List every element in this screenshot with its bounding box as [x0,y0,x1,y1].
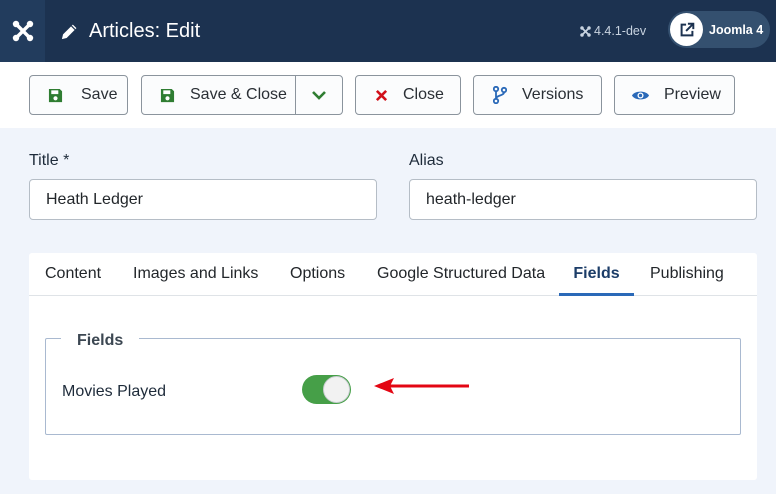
save-icon [160,88,175,103]
chevron-down-icon [312,91,326,100]
external-link-icon [670,13,703,46]
alias-input[interactable] [409,179,757,220]
pencil-icon [61,24,77,39]
app-header: Articles: Edit 4.4.1-dev Joomla 4 [0,0,776,62]
close-label: Close [403,86,444,103]
article-tabs-panel: Content Images and Links Options Google … [29,253,757,480]
tab-google-structured-data[interactable]: Google Structured Data [377,253,545,296]
tab-options[interactable]: Options [290,253,345,296]
save-button[interactable]: Save [29,75,128,115]
save-label: Save [81,86,118,103]
versions-button[interactable]: Versions [473,75,602,115]
joomla-logo-icon [12,20,33,42]
save-close-label: Save & Close [190,86,287,103]
tab-fields[interactable]: Fields [559,253,634,296]
code-branch-icon [493,86,507,104]
toggle-knob [323,376,350,403]
view-site-button[interactable]: Joomla 4 [668,11,770,48]
close-icon [375,89,388,102]
save-icon [48,88,63,103]
close-button[interactable]: Close [355,75,461,115]
preview-label: Preview [664,86,721,103]
version-text: 4.4.1-dev [594,24,647,38]
save-close-button[interactable]: Save & Close [142,76,296,114]
tab-images-and-links[interactable]: Images and Links [133,253,258,296]
save-options-dropdown-toggle[interactable] [296,76,342,114]
view-site-label: Joomla 4 [709,22,764,37]
joomla-logo-button[interactable] [0,0,45,62]
versions-label: Versions [522,86,584,103]
page-title-area: Articles: Edit [60,0,200,62]
tab-bar: Content Images and Links Options Google … [29,253,757,296]
joomla-small-icon [580,25,591,37]
toolbar: Save Save & Close Close Versions Preview [0,62,776,128]
title-input[interactable] [29,179,377,220]
movies-played-label: Movies Played [62,383,167,400]
eye-icon [631,89,650,102]
tab-publishing[interactable]: Publishing [650,253,724,296]
fields-legend: Fields [61,332,140,350]
version-indicator: 4.4.1-dev [580,0,646,62]
tab-content[interactable]: Content [45,253,101,296]
annotation-arrow-icon [374,378,469,394]
preview-button[interactable]: Preview [614,75,735,115]
movies-played-toggle[interactable] [302,375,351,404]
page-title: Articles: Edit [89,19,201,42]
alias-label: Alias [409,152,444,169]
save-close-button-group: Save & Close [141,75,343,115]
title-label: Title * [29,152,70,169]
